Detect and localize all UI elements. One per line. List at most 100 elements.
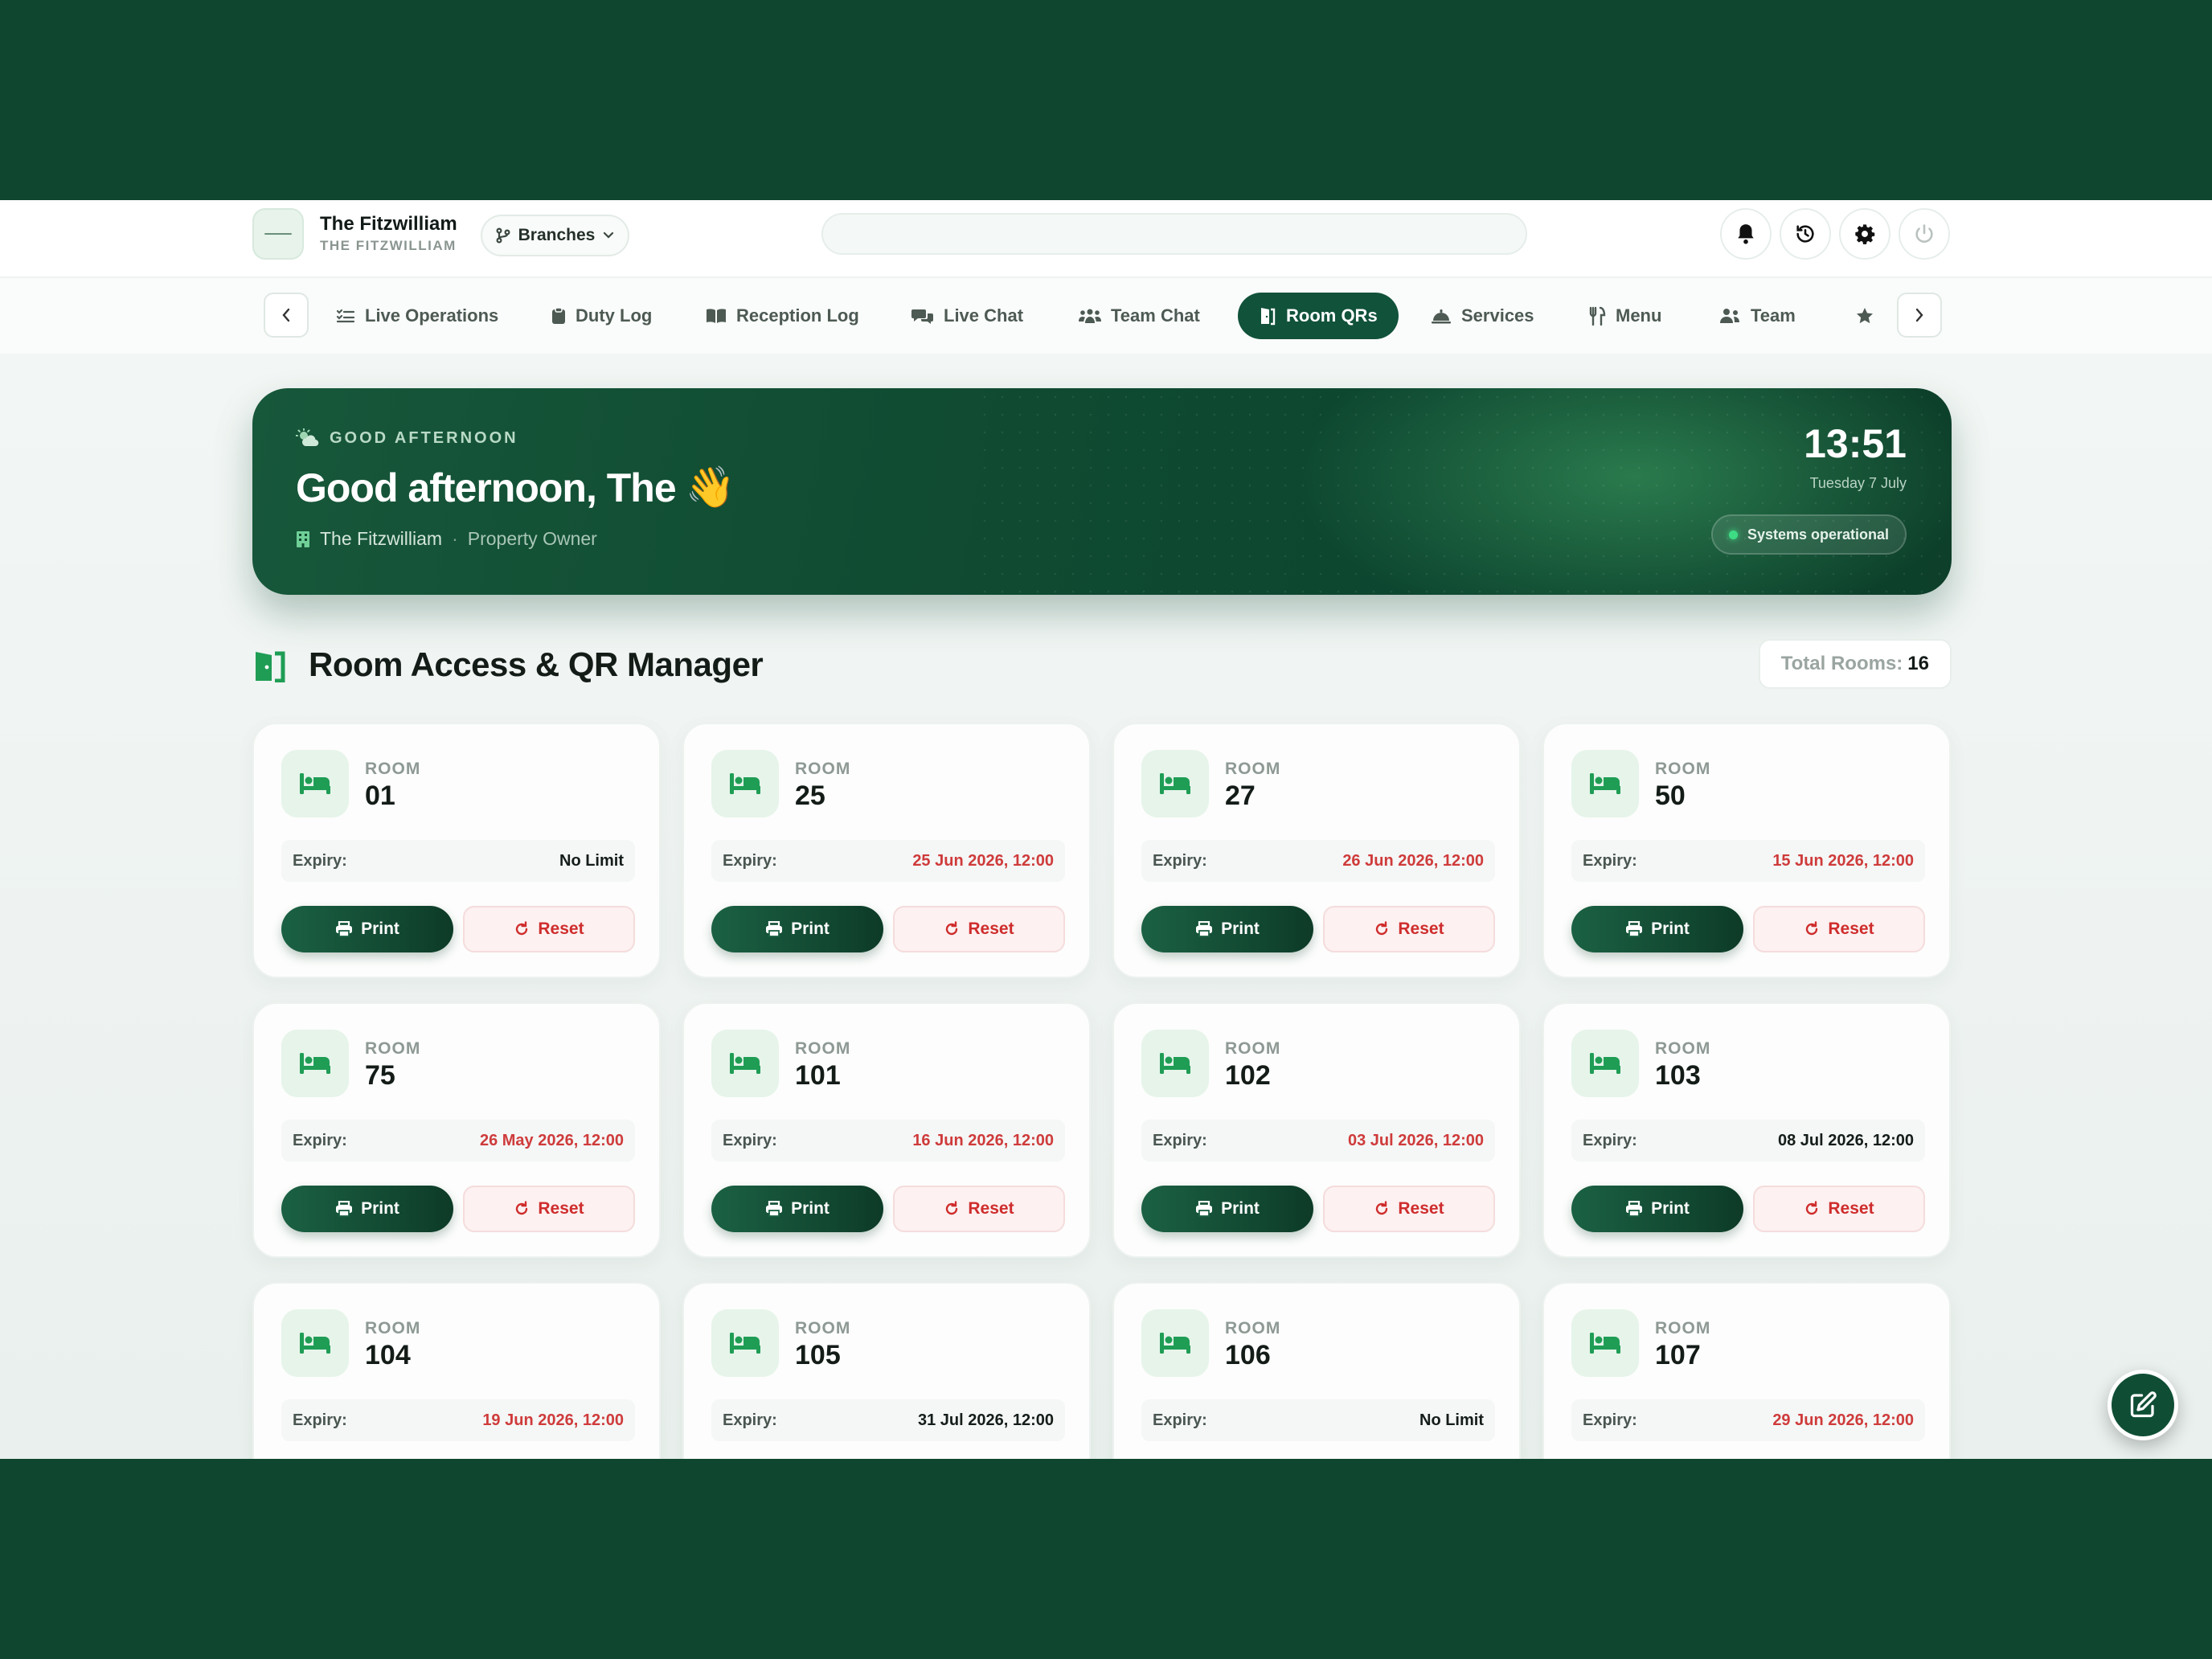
edit-fab-button[interactable]: [2108, 1370, 2178, 1440]
room-card: ROOM 105 Expiry: 31 Jul 2026, 12:00 Prin…: [682, 1282, 1091, 1459]
nav-scroll-left-button[interactable]: [264, 293, 309, 338]
reset-button[interactable]: Reset: [1753, 1186, 1925, 1232]
property-logo[interactable]: [252, 208, 304, 260]
search-input[interactable]: [821, 213, 1527, 255]
nav-bar: Live Operations Duty Log Reception Log L…: [0, 276, 2212, 354]
bed-icon-box: [1571, 1030, 1639, 1097]
tab-label: Live Chat: [944, 305, 1024, 326]
reset-button[interactable]: Reset: [463, 906, 635, 952]
expiry-value: 08 Jul 2026, 12:00: [1777, 1131, 1914, 1149]
expiry-label: Expiry:: [293, 851, 347, 870]
expiry-label: Expiry:: [293, 1411, 347, 1429]
printer-icon: [766, 1201, 783, 1217]
branches-dropdown[interactable]: Branches: [481, 215, 629, 256]
expiry-label: Expiry:: [1153, 1411, 1207, 1429]
room-label: ROOM: [1655, 1319, 1711, 1337]
wave-emoji: 👋: [685, 465, 735, 510]
history-button[interactable]: [1780, 208, 1831, 260]
printer-icon: [1626, 921, 1643, 937]
room-number: 106: [1225, 1340, 1271, 1370]
tab-label: Live Operations: [365, 305, 499, 326]
printer-icon: [336, 1201, 353, 1217]
print-button[interactable]: Print: [1571, 906, 1743, 952]
room-card: ROOM 27 Expiry: 26 Jun 2026, 12:00 Print…: [1112, 723, 1521, 978]
print-button[interactable]: Print: [1571, 1186, 1743, 1232]
room-card: ROOM 104 Expiry: 19 Jun 2026, 12:00 Prin…: [252, 1282, 661, 1459]
reset-label: Reset: [1828, 920, 1874, 938]
tab-favorites[interactable]: [1849, 293, 1881, 339]
door-icon: [1261, 308, 1276, 326]
checklist-icon: [336, 309, 355, 323]
room-card: ROOM 25 Expiry: 25 Jun 2026, 12:00 Print…: [682, 723, 1091, 978]
reset-button[interactable]: Reset: [1753, 906, 1925, 952]
clipboard-icon: [552, 307, 565, 324]
reset-label: Reset: [1398, 920, 1444, 938]
expiry-label: Expiry:: [723, 851, 777, 870]
room-label: ROOM: [365, 760, 421, 778]
expiry-value: No Limit: [1419, 1411, 1484, 1429]
refresh-icon: [946, 1201, 958, 1215]
tab-team-chat[interactable]: Team Chat: [1072, 293, 1206, 339]
chat-bubbles-icon: [911, 309, 933, 324]
bed-icon: [730, 773, 760, 794]
tab-team[interactable]: Team: [1712, 293, 1802, 339]
print-button[interactable]: Print: [281, 906, 453, 952]
greeting-text: Good afternoon, The: [296, 465, 677, 510]
bed-icon: [1590, 773, 1620, 794]
tab-live-chat[interactable]: Live Chat: [905, 293, 1030, 339]
reset-button[interactable]: Reset: [1323, 1186, 1495, 1232]
print-button[interactable]: Print: [1141, 1186, 1313, 1232]
room-card: ROOM 106 Expiry: No Limit Print Reset: [1112, 1282, 1521, 1459]
room-card: ROOM 107 Expiry: 29 Jun 2026, 12:00 Prin…: [1542, 1282, 1951, 1459]
print-button[interactable]: Print: [1141, 906, 1313, 952]
expiry-label: Expiry:: [1153, 1131, 1207, 1149]
bell-service-icon: [1432, 309, 1451, 324]
settings-button[interactable]: [1839, 208, 1890, 260]
expiry-label: Expiry:: [1583, 851, 1637, 870]
room-label: ROOM: [365, 1039, 421, 1058]
tab-duty-log[interactable]: Duty Log: [545, 293, 658, 339]
notifications-button[interactable]: [1720, 208, 1772, 260]
tab-label: Menu: [1616, 305, 1662, 326]
reset-label: Reset: [538, 1199, 584, 1218]
refresh-icon: [1806, 1201, 1818, 1215]
room-number: 103: [1655, 1060, 1701, 1091]
logout-button[interactable]: [1899, 208, 1950, 260]
tab-reception-log[interactable]: Reception Log: [699, 293, 866, 339]
nav-scroll-right-button[interactable]: [1897, 293, 1942, 338]
bed-icon-box: [711, 1030, 779, 1097]
total-rooms-badge: Total Rooms: 16: [1758, 639, 1952, 689]
expiry-label: Expiry:: [1153, 851, 1207, 870]
power-icon: [1915, 224, 1933, 243]
room-number: 107: [1655, 1340, 1701, 1370]
tab-services[interactable]: Services: [1424, 293, 1541, 339]
reset-button[interactable]: Reset: [893, 1186, 1065, 1232]
current-time: 13:51: [1804, 421, 1907, 466]
room-label: ROOM: [365, 1319, 421, 1337]
reset-button[interactable]: Reset: [1323, 906, 1495, 952]
bed-icon-box: [281, 750, 349, 817]
reset-button[interactable]: Reset: [893, 906, 1065, 952]
bed-icon: [300, 773, 330, 794]
print-button[interactable]: Print: [711, 906, 883, 952]
print-button[interactable]: Print: [281, 1186, 453, 1232]
reset-label: Reset: [1828, 1199, 1874, 1218]
tab-menu[interactable]: Menu: [1582, 293, 1668, 339]
bed-icon: [1160, 1333, 1190, 1354]
brand-subtitle: THE FITZWILLIAM: [320, 238, 457, 253]
room-card: ROOM 103 Expiry: 08 Jul 2026, 12:00 Prin…: [1542, 1002, 1951, 1258]
brand-name: The Fitzwilliam: [320, 213, 457, 235]
bed-icon-box: [1141, 1309, 1209, 1377]
total-rooms-label: Total Rooms:: [1780, 653, 1903, 674]
expiry-label: Expiry:: [1583, 1411, 1637, 1429]
sun-cloud-icon: [296, 428, 319, 447]
tab-room-qrs[interactable]: Room QRs: [1238, 293, 1399, 339]
tab-live-operations[interactable]: Live Operations: [330, 293, 505, 339]
bed-icon: [730, 1053, 760, 1074]
reset-button[interactable]: Reset: [463, 1186, 635, 1232]
edit-icon: [2130, 1391, 2157, 1418]
print-button[interactable]: Print: [711, 1186, 883, 1232]
expiry-value: 16 Jun 2026, 12:00: [912, 1131, 1054, 1149]
expiry-row: Expiry: 16 Jun 2026, 12:00: [711, 1120, 1065, 1161]
expiry-label: Expiry:: [723, 1131, 777, 1149]
